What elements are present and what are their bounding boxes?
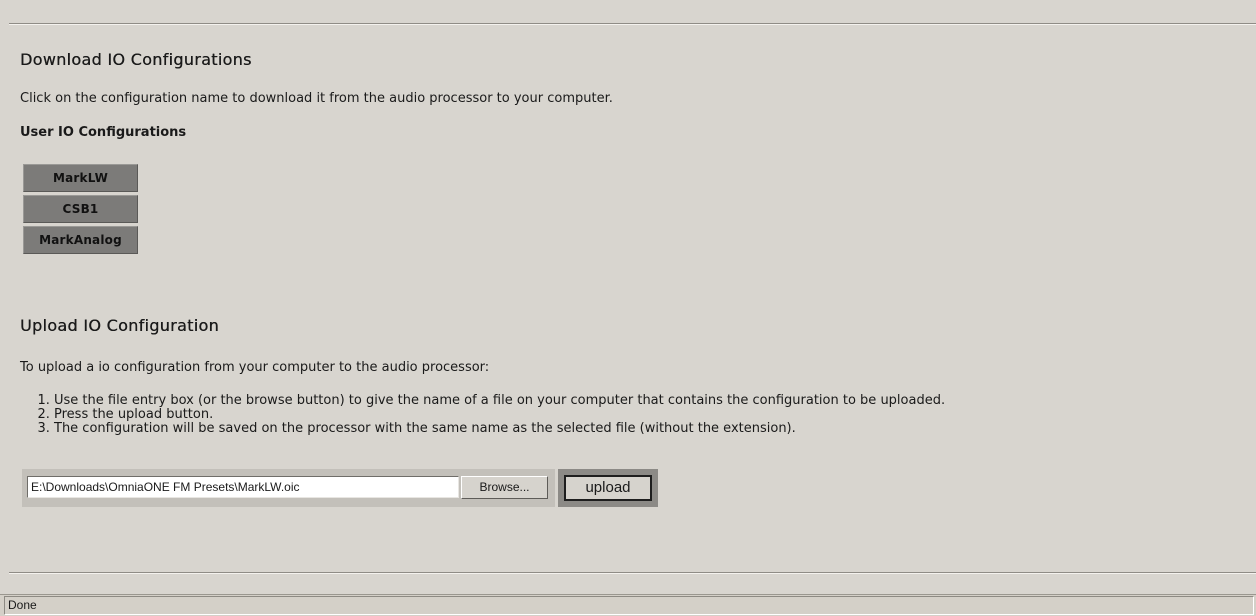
bottom-divider	[9, 572, 1256, 574]
browse-button[interactable]: Browse...	[461, 476, 548, 499]
upload-form: E:\Downloads\OmniaONE FM Presets\MarkLW.…	[22, 469, 658, 507]
upload-steps: Use the file entry box (or the browse bu…	[30, 394, 945, 436]
file-entry-panel: E:\Downloads\OmniaONE FM Presets\MarkLW.…	[22, 469, 555, 507]
top-divider	[9, 23, 1256, 25]
download-heading: Download IO Configurations	[20, 50, 252, 69]
configuration-list: MarkLW CSB1 MarkAnalog	[23, 164, 138, 257]
upload-button-panel: upload	[558, 469, 658, 507]
configuration-markanalog-link[interactable]: MarkAnalog	[23, 226, 138, 254]
status-bar: Done	[0, 594, 1256, 616]
upload-step: Press the upload button.	[54, 408, 945, 422]
upload-step: The configuration will be saved on the p…	[54, 422, 945, 436]
upload-step: Use the file entry box (or the browse bu…	[54, 394, 945, 408]
status-text: Done	[4, 596, 1254, 615]
download-description: Click on the configuration name to downl…	[20, 91, 613, 106]
page-content: Download IO Configurations Click on the …	[0, 0, 1256, 594]
upload-heading: Upload IO Configuration	[20, 316, 219, 335]
configuration-csb1-link[interactable]: CSB1	[23, 195, 138, 223]
upload-button[interactable]: upload	[564, 475, 652, 501]
file-path-input[interactable]: E:\Downloads\OmniaONE FM Presets\MarkLW.…	[27, 476, 459, 498]
upload-description: To upload a io configuration from your c…	[20, 360, 490, 375]
user-configurations-heading: User IO Configurations	[20, 125, 187, 140]
configuration-marklw-link[interactable]: MarkLW	[23, 164, 138, 192]
